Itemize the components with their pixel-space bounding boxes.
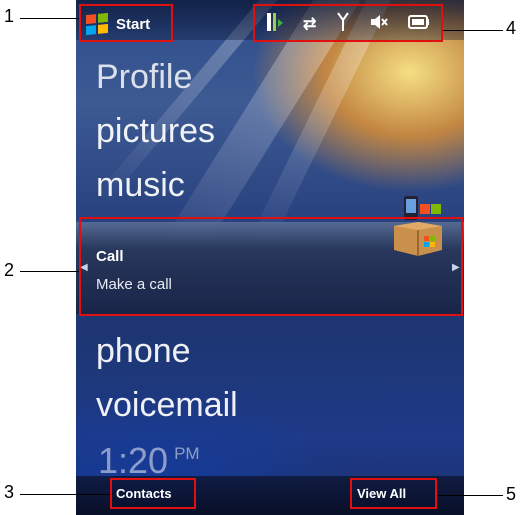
- callout-5: 5: [506, 484, 517, 504]
- callout-1: 1: [4, 6, 15, 26]
- callout-line-4: [443, 30, 503, 31]
- clock-ampm: PM: [174, 444, 200, 463]
- menu-item-phone[interactable]: phone: [96, 332, 191, 371]
- menu-item-profile[interactable]: Profile: [96, 58, 192, 97]
- callout-3: 3: [4, 482, 15, 502]
- highlight-box-status-icons: [253, 4, 443, 42]
- callout-line-3: [20, 494, 110, 495]
- highlight-box-view-all: [350, 478, 437, 509]
- menu-item-pictures[interactable]: pictures: [96, 112, 215, 151]
- highlight-box-start: [79, 4, 173, 42]
- callout-line-2: [20, 271, 79, 272]
- callout-line-1: [20, 18, 79, 19]
- highlight-box-call: [79, 217, 463, 316]
- callout-line-5: [437, 495, 503, 496]
- menu-item-music[interactable]: music: [96, 166, 185, 205]
- clock-time: 1:20: [98, 440, 169, 481]
- menu-item-voicemail[interactable]: voicemail: [96, 386, 238, 425]
- callout-4: 4: [506, 18, 517, 38]
- highlight-box-contacts: [110, 478, 196, 509]
- callout-2: 2: [4, 260, 15, 280]
